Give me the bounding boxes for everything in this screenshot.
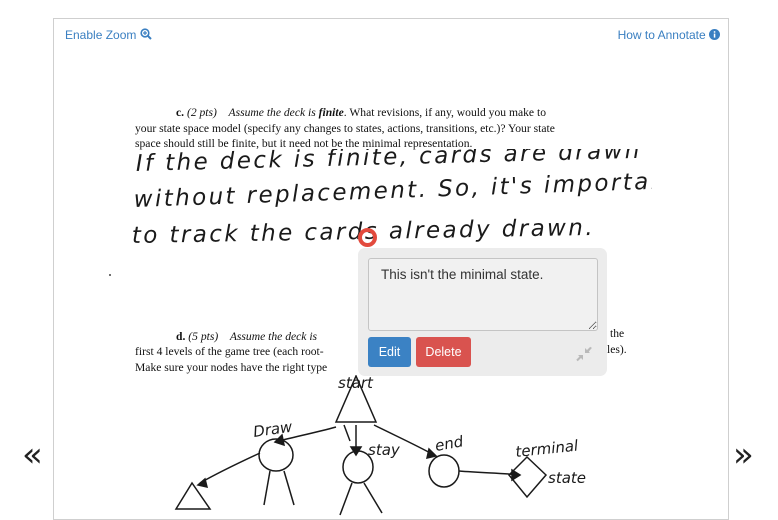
edit-button[interactable]: Edit [368, 337, 411, 367]
part-d-line2-tail: les). [607, 343, 627, 356]
part-c-points: (2 pts) [186, 106, 217, 119]
part-d-line-1: d. (5 pts) Assume the deck is [176, 329, 317, 345]
tree-label-stay: stay [368, 441, 401, 459]
tree-label-state: state [548, 469, 586, 487]
info-icon [709, 29, 720, 40]
part-c-label: c. [176, 106, 185, 119]
part-c-assume: Assume the deck is [228, 106, 316, 119]
tree-label-end: end [434, 432, 465, 455]
enable-zoom-link[interactable]: Enable Zoom [65, 28, 152, 42]
handwritten-answer: If the deck is finite, cards are drawn w… [132, 149, 652, 249]
part-c-emph: finite [318, 106, 344, 119]
part-d-points: (5 pts) [188, 330, 219, 343]
part-d-assume: Assume the deck is [229, 330, 318, 343]
part-d-label: d. [176, 330, 186, 343]
draw-node [258, 438, 294, 472]
annotation-popover: This isn't the minimal state. Edit Delet… [358, 248, 607, 376]
annotation-marker[interactable] [358, 228, 377, 247]
part-d-line-3: Make sure your nodes have the right type [135, 361, 328, 374]
tree-label-draw: Draw [252, 418, 294, 441]
tree-label-terminal: terminal [515, 436, 580, 461]
delete-button[interactable]: Delete [416, 337, 471, 367]
previous-page-arrow[interactable]: « [22, 438, 43, 472]
next-page-arrow[interactable]: » [733, 438, 754, 472]
tree-label-start: start [338, 375, 374, 392]
part-d-line-2: first 4 levels of the game tree (each ro… [135, 345, 324, 358]
part-c-line-1: c. (2 pts) Assume the deck is finite. Wh… [176, 105, 546, 121]
enable-zoom-label: Enable Zoom [65, 28, 137, 42]
annotation-comment-field[interactable]: This isn't the minimal state. [368, 258, 598, 331]
part-d-line1-tail: the [610, 327, 625, 340]
stray-mark [109, 274, 111, 276]
part-c-line-2: your state space model (specify any chan… [135, 122, 555, 135]
collapse-icon[interactable] [575, 346, 593, 362]
how-to-annotate-label: How to Annotate [617, 28, 706, 42]
game-tree-sketch: start Draw stay end terminal state [174, 375, 586, 516]
zoom-in-icon [140, 28, 152, 40]
how-to-annotate-link[interactable]: How to Annotate [618, 28, 720, 42]
document-viewer: Enable Zoom How to Annotate c. (2 pts) A… [53, 18, 729, 520]
end-node [428, 454, 460, 488]
part-c-line1-rest: . What revisions, if any, would you make… [343, 106, 546, 119]
